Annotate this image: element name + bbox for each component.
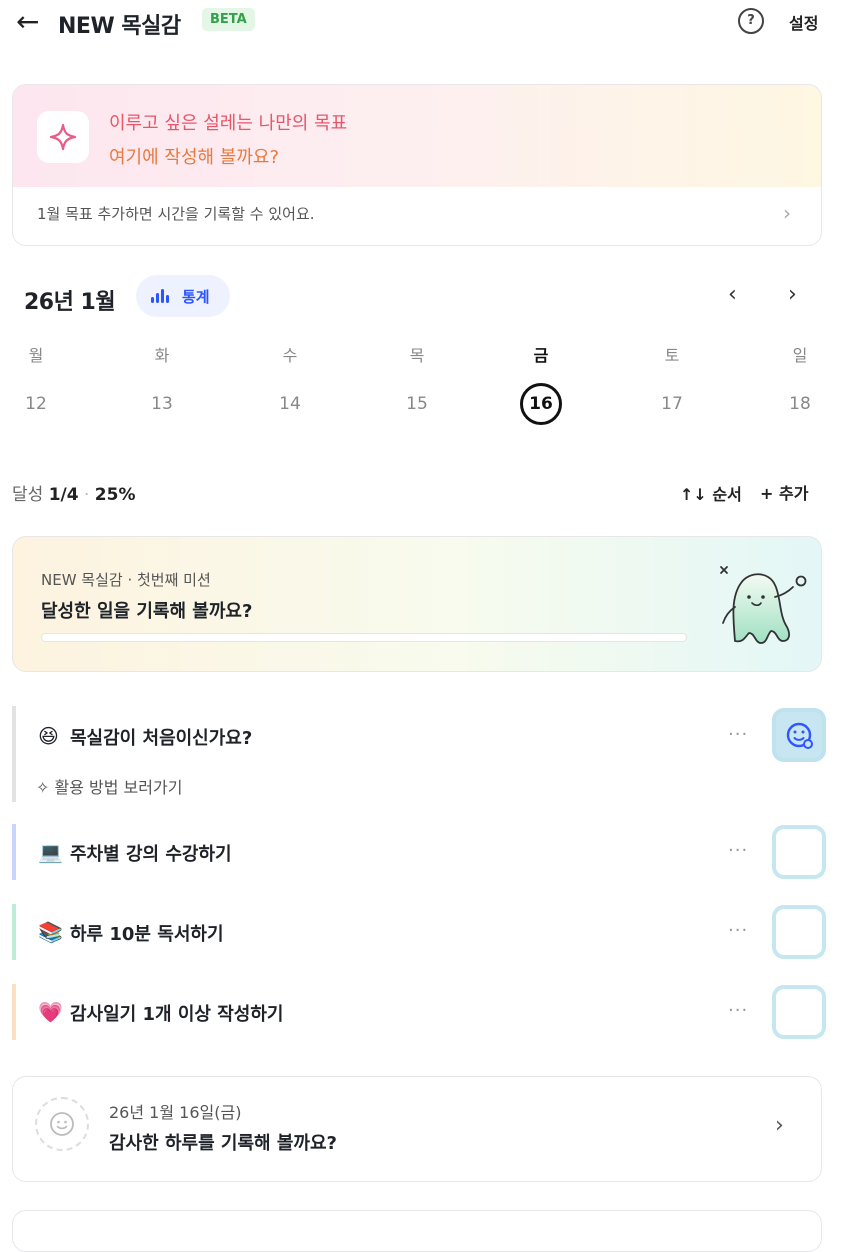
achievement-count: 1/4 [48, 485, 79, 505]
day-cell[interactable]: 17 [652, 394, 692, 414]
weekday-sun: 일 [792, 346, 808, 365]
back-arrow-icon[interactable]: ← [16, 6, 39, 38]
task-checkbox[interactable] [772, 985, 826, 1039]
help-question-icon[interactable]: ? [738, 8, 764, 34]
first-mission-card[interactable]: NEW 목실감 · 첫번째 미션 달성한 일을 기록해 볼까요? [12, 536, 822, 672]
task-label[interactable]: 주차별 강의 수강하기 [70, 840, 232, 866]
more-options-icon[interactable]: ··· [728, 920, 748, 941]
day-cell[interactable]: 14 [270, 394, 310, 414]
more-options-icon[interactable]: ··· [728, 1000, 748, 1021]
more-options-icon[interactable]: ··· [728, 724, 748, 745]
laptop-icon: 💻 [38, 840, 63, 864]
goal-prompt-line1: 이루고 싶은 설레는 나만의 목표 [109, 113, 348, 134]
day-cell[interactable]: 18 [780, 394, 820, 414]
more-options-icon[interactable]: ··· [728, 840, 748, 861]
achievement-summary: 달성 1/4 · 25% [12, 480, 135, 505]
task-label[interactable]: 감사일기 1개 이상 작성하기 [70, 1000, 283, 1026]
mission-subtitle: NEW 목실감 · 첫번째 미션 [41, 571, 211, 589]
diary-title: 감사한 하루를 기록해 볼까요? [109, 1133, 337, 1154]
goal-footer-text: 1월 목표 추가하면 시간을 기록할 수 있어요. [37, 205, 315, 223]
chevron-left-icon[interactable]: ‹ [728, 282, 737, 307]
smiley-face-icon [50, 1112, 74, 1136]
task-label[interactable]: 하루 10분 독서하기 [70, 920, 224, 946]
weekday-tue: 화 [154, 346, 170, 365]
chevron-right-icon[interactable]: › [775, 1113, 784, 1138]
task-accent-bar [12, 824, 16, 880]
chevron-right-icon[interactable]: › [783, 201, 791, 225]
task-label[interactable]: 목실감이 처음이신가요? [70, 724, 252, 750]
task-checkbox-checked[interactable] [772, 708, 826, 762]
monthly-goal-card[interactable]: 이루고 싶은 설레는 나만의 목표 여기에 작성해 볼까요? 1월 목표 추가하… [12, 84, 822, 246]
day-cell[interactable]: 15 [397, 394, 437, 414]
grinning-face-icon: 😆 [38, 724, 59, 748]
day-cell-selected[interactable]: 16 [520, 383, 562, 425]
achievement-prefix: 달성 [12, 485, 49, 505]
diary-date: 26년 1월 16일(금) [109, 1103, 242, 1122]
next-card-partial [12, 1210, 822, 1252]
sort-order-button[interactable]: ↑↓ 순서 [680, 481, 742, 505]
page-title: NEW 목실감 [58, 14, 181, 39]
stats-label: 통계 [182, 288, 210, 306]
usage-guide-link[interactable]: ✧ 활용 방법 보러가기 [36, 774, 182, 798]
task-checkbox[interactable] [772, 825, 826, 879]
achievement-percent: 25% [94, 485, 136, 505]
weekday-wed: 수 [282, 346, 298, 365]
goal-prompt-line2: 여기에 작성해 볼까요? [109, 147, 280, 168]
add-task-button[interactable]: + 추가 [760, 480, 808, 504]
gratitude-diary-card[interactable]: 26년 1월 16일(금) 감사한 하루를 기록해 볼까요? › [12, 1076, 822, 1182]
beta-badge: BETA [202, 8, 255, 31]
weekday-mon: 월 [28, 346, 44, 365]
mission-title: 달성한 일을 기록해 볼까요? [41, 601, 253, 622]
settings-button[interactable]: 설정 [789, 10, 818, 34]
achievement-separator: · [78, 485, 95, 505]
task-accent-bar [12, 984, 16, 1040]
books-icon: 📚 [38, 920, 63, 944]
task-accent-bar [12, 706, 16, 802]
mission-progress-bar [41, 633, 687, 642]
goal-icon-box [37, 111, 89, 163]
task-checkbox[interactable] [772, 905, 826, 959]
month-label: 26년 1월 [24, 290, 116, 315]
ghost-mascot-icon [720, 566, 807, 644]
chevron-right-icon[interactable]: › [788, 282, 797, 307]
weekday-sat: 토 [664, 346, 680, 365]
bar-chart-icon [151, 289, 169, 303]
heart-icon: 💗 [38, 1000, 63, 1024]
day-cell[interactable]: 13 [142, 394, 182, 414]
task-accent-bar [12, 904, 16, 960]
day-cell[interactable]: 12 [16, 394, 56, 414]
weekday-fri: 금 [533, 346, 549, 365]
sparkle-icon [49, 123, 77, 151]
smiley-avatar-icon [35, 1097, 89, 1151]
stats-button[interactable]: 통계 [136, 275, 230, 317]
smile-check-icon [786, 722, 813, 749]
weekday-thu: 목 [409, 346, 425, 365]
goal-card-banner[interactable]: 이루고 싶은 설레는 나만의 목표 여기에 작성해 볼까요? [13, 85, 821, 187]
